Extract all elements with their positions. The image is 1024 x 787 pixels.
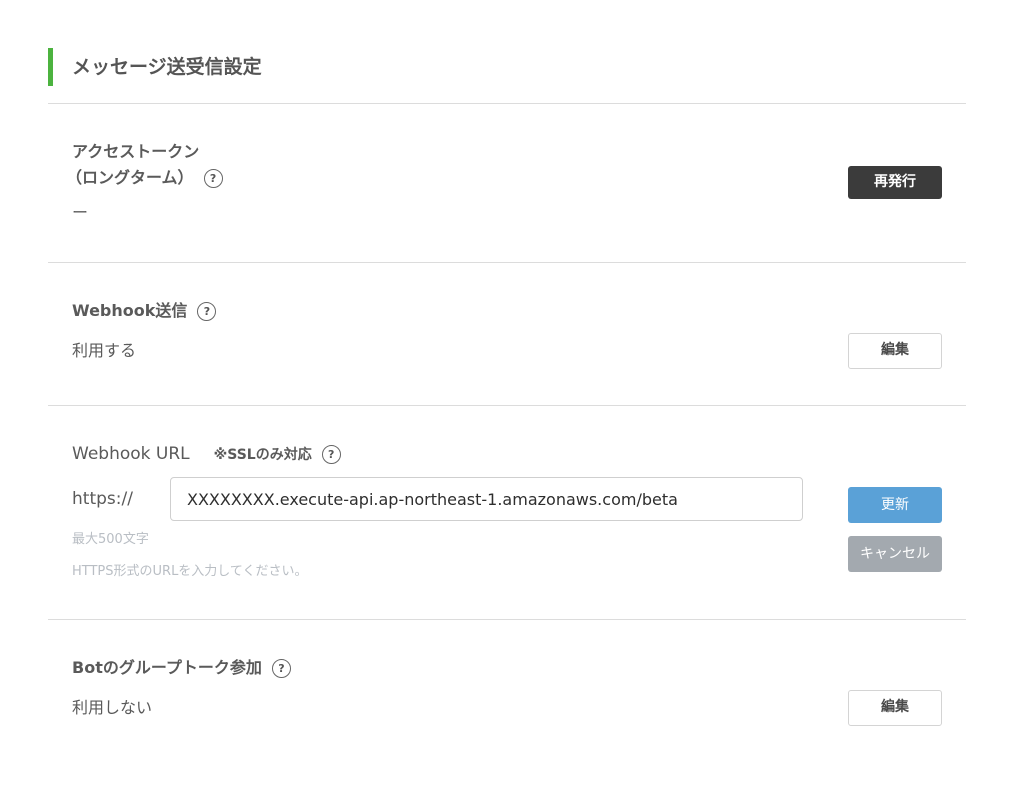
webhook-send-title: Webhook送信? bbox=[72, 298, 217, 324]
access-token-title-line1: アクセストークン bbox=[72, 142, 200, 161]
url-prefix: https:// bbox=[72, 489, 133, 509]
cancel-button[interactable]: キャンセル bbox=[848, 536, 942, 572]
divider bbox=[48, 405, 966, 406]
help-icon[interactable]: ? bbox=[203, 169, 223, 188]
help-icon[interactable]: ? bbox=[271, 659, 291, 678]
divider bbox=[48, 103, 966, 104]
access-token-title-line2: （ロングターム）? bbox=[66, 165, 223, 191]
section-header: メッセージ送受信設定 bbox=[48, 48, 966, 86]
webhook-send-title-text: Webhook送信 bbox=[72, 301, 188, 320]
bot-group-title: Botのグループトーク参加? bbox=[72, 655, 291, 681]
webhook-send-edit-button[interactable]: 編集 bbox=[848, 333, 942, 369]
section-title: メッセージ送受信設定 bbox=[72, 56, 262, 78]
update-button[interactable]: 更新 bbox=[848, 487, 942, 523]
webhook-url-title: Webhook URL ※SSLのみ対応? bbox=[72, 441, 341, 468]
bot-group-title-text: Botのグループトーク参加 bbox=[72, 658, 262, 677]
messaging-settings-page: メッセージ送受信設定 アクセストークン （ロングターム）? ー 再発行 Webh… bbox=[0, 0, 1024, 787]
access-token-title-line2-text: （ロングターム） bbox=[66, 168, 194, 187]
webhook-send-value: 利用する bbox=[72, 341, 137, 360]
webhook-url-title-text: Webhook URL bbox=[72, 444, 190, 464]
help-icon[interactable]: ? bbox=[197, 302, 217, 321]
reissue-button[interactable]: 再発行 bbox=[848, 166, 942, 199]
bot-group-edit-button[interactable]: 編集 bbox=[848, 690, 942, 726]
bot-group-value: 利用しない bbox=[72, 698, 153, 717]
divider bbox=[48, 262, 966, 263]
webhook-url-input[interactable] bbox=[170, 477, 803, 521]
divider bbox=[48, 619, 966, 620]
access-token-value: ー bbox=[72, 203, 89, 222]
max-length-hint: 最大500文字 bbox=[72, 532, 149, 547]
help-icon[interactable]: ? bbox=[321, 445, 341, 464]
ssl-note: ※SSLのみ対応 bbox=[213, 447, 312, 463]
section-accent-bar bbox=[48, 48, 53, 86]
url-format-hint: HTTPS形式のURLを入力してください。 bbox=[72, 564, 308, 579]
